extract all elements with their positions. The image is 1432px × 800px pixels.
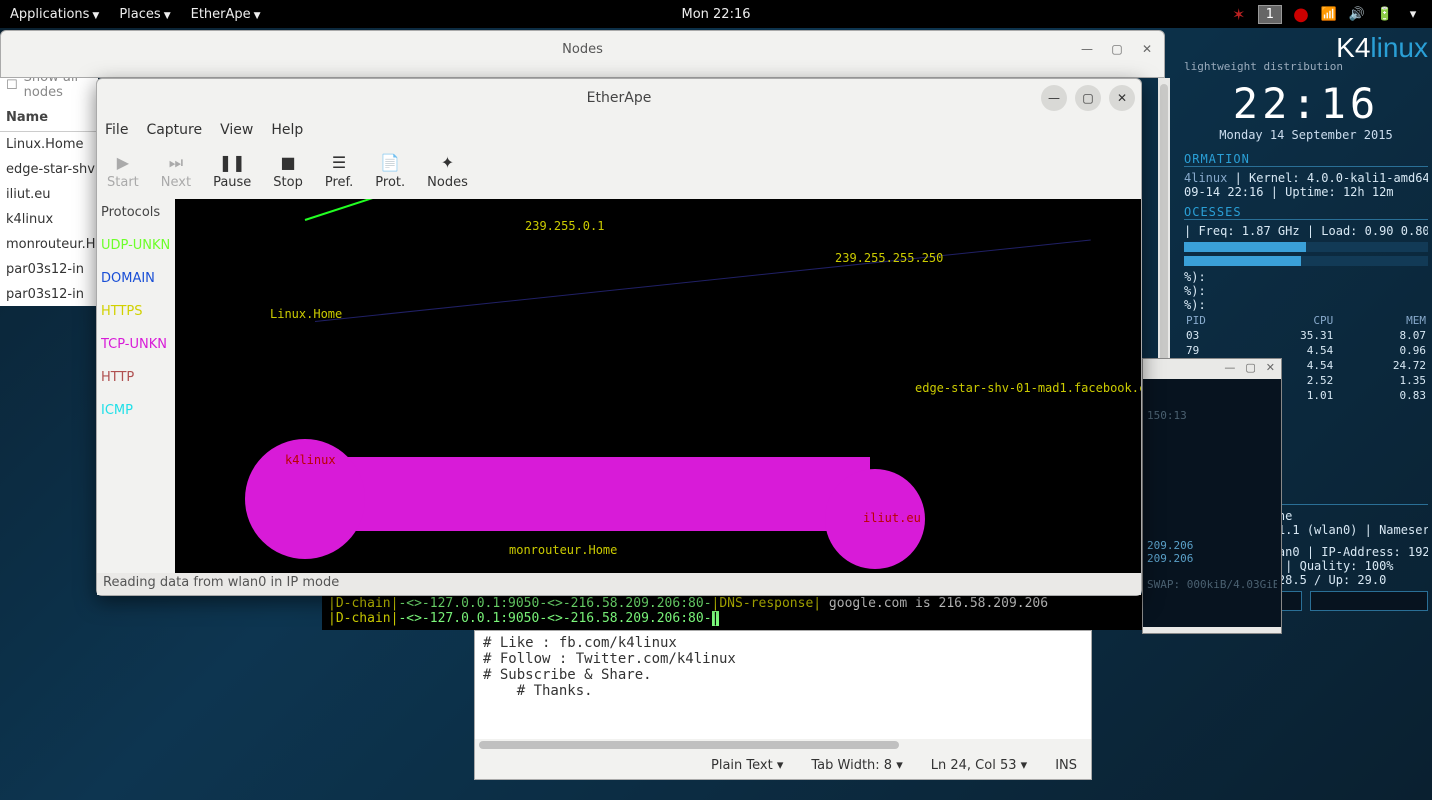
conky-date: Monday 14 September 2015 <box>1184 128 1428 142</box>
traffic-link <box>245 439 925 549</box>
list-item[interactable]: par03s12-in <box>0 257 98 282</box>
next-icon: ⏭ <box>169 153 183 173</box>
node-label: k4linux <box>285 453 336 467</box>
node-label: edge-star-shv-01-mad1.facebook.c <box>915 381 1141 395</box>
menu-capture[interactable]: Capture <box>146 122 202 138</box>
nodes-name-header[interactable]: Name <box>0 104 98 132</box>
clock[interactable]: Mon 22:16 <box>681 7 750 22</box>
list-item[interactable]: par03s12-in <box>0 282 98 307</box>
table-row: 0335.318.07 <box>1186 329 1426 342</box>
maximize-button[interactable]: ▢ <box>1075 85 1101 111</box>
nodes-button[interactable]: ✦Nodes <box>427 153 468 190</box>
nodes-list: ☐Show all nodes Name Linux.Home edge-sta… <box>0 66 98 306</box>
text-editor: # Like : fb.com/k4linux # Follow : Twitt… <box>474 630 1092 780</box>
minimize-button[interactable]: — <box>1041 85 1067 111</box>
protocol-item[interactable]: ICMP <box>101 403 171 418</box>
nodes-icon: ✦ <box>441 153 454 173</box>
maximize-button[interactable]: ▢ <box>1245 361 1255 377</box>
list-item[interactable]: k4linux <box>0 207 98 232</box>
kernel-line: 4linux | Kernel: 4.0.0-kali1-amd64 <box>1184 171 1428 185</box>
close-button[interactable]: ✕ <box>1109 85 1135 111</box>
close-button[interactable]: ✕ <box>1136 38 1158 60</box>
section-information: ORMATION <box>1184 152 1428 167</box>
etherape-title: EtherApe <box>587 90 652 106</box>
cpu-bar <box>1184 242 1428 252</box>
maximize-button[interactable]: ▢ <box>1106 38 1128 60</box>
cpu-line: | Freq: 1.87 GHz | Load: 0.90 0.80 0.71 <box>1184 224 1428 238</box>
battery-icon[interactable]: 🔋 <box>1376 7 1394 22</box>
node-label: 239.255.0.1 <box>525 219 604 233</box>
power-menu-icon[interactable]: ▾ <box>1404 7 1422 22</box>
list-item[interactable]: iliut.eu <box>0 182 98 207</box>
list-item[interactable]: Linux.Home <box>0 132 98 157</box>
horizontal-scrollbar[interactable] <box>475 739 1091 751</box>
section-processes: OCESSES <box>1184 205 1428 220</box>
stop-button[interactable]: ■Stop <box>273 153 303 190</box>
table-row: 794.540.96 <box>1186 344 1426 357</box>
close-button[interactable]: ✕ <box>1266 361 1275 377</box>
start-button[interactable]: ▶Start <box>107 153 139 190</box>
protocol-item[interactable]: HTTPS <box>101 304 171 319</box>
node-label: monrouteur.Home <box>509 543 617 557</box>
menu-places[interactable]: Places▼ <box>109 7 180 22</box>
cpu-bar <box>1184 256 1428 266</box>
pause-button[interactable]: ❚❚Pause <box>213 153 251 190</box>
terminal-output: |D-chain|-<>-127.0.0.1:9050-<>-216.58.20… <box>322 594 1152 630</box>
menubar: File Capture View Help <box>97 117 1141 143</box>
link-line <box>305 199 572 221</box>
nodes-title: Nodes <box>562 42 603 57</box>
play-icon: ▶ <box>117 153 129 173</box>
protocol-item[interactable]: UDP-UNKN <box>101 238 171 253</box>
pause-icon: ❚❚ <box>219 153 246 173</box>
statusbar: Reading data from wlan0 in IP mode <box>97 573 1141 595</box>
menu-view[interactable]: View <box>220 122 253 138</box>
menu-applications[interactable]: Applications▼ <box>0 7 109 22</box>
record-icon[interactable]: ● <box>1292 4 1310 25</box>
node-label: iliut.eu <box>863 511 921 525</box>
workspace-indicator[interactable]: 1 <box>1258 5 1282 24</box>
protocols-panel: Protocols UDP-UNKN DOMAIN HTTPS TCP-UNKN… <box>97 199 175 573</box>
mini-terminal-body[interactable]: 150:13 209.206 209.206 SWAP: 000kiB/4.03… <box>1143 379 1281 627</box>
nodes-window: Nodes — ▢ ✕ <box>0 30 1165 78</box>
node-label: Linux.Home <box>270 307 342 321</box>
minimize-button[interactable]: — <box>1076 38 1098 60</box>
editor-mode[interactable]: Plain Text ▾ <box>711 758 783 773</box>
editor-insert-mode[interactable]: INS <box>1055 758 1077 773</box>
uptime-line: 09-14 22:16 | Uptime: 12h 12m <box>1184 185 1428 199</box>
pref-button[interactable]: ☰Pref. <box>325 153 353 190</box>
etherape-window: EtherApe — ▢ ✕ File Capture View Help ▶S… <box>96 78 1142 596</box>
pref-icon: ☰ <box>332 153 346 173</box>
conky-time: 22:16 <box>1184 79 1428 128</box>
toolbar: ▶Start ⏭Next ❚❚Pause ■Stop ☰Pref. 📄Prot.… <box>97 143 1141 199</box>
protocol-item[interactable]: DOMAIN <box>101 271 171 286</box>
editor-tabwidth[interactable]: Tab Width: 8 ▾ <box>811 758 902 773</box>
minimize-button[interactable]: — <box>1224 361 1235 377</box>
desktop-top-bar: Applications▼ Places▼ EtherApe▼ Mon 22:1… <box>0 0 1432 28</box>
protocol-item[interactable]: TCP-UNKN <box>101 337 171 352</box>
protocols-title: Protocols <box>101 205 171 220</box>
prot-button[interactable]: 📄Prot. <box>375 153 405 190</box>
menu-file[interactable]: File <box>105 122 128 138</box>
protocol-item[interactable]: HTTP <box>101 370 171 385</box>
menu-etherape[interactable]: EtherApe▼ <box>181 7 271 22</box>
node-label: 239.255.255.250 <box>835 251 943 265</box>
wifi-icon[interactable]: 📶 <box>1320 7 1338 22</box>
volume-icon[interactable]: 🔊 <box>1348 7 1366 22</box>
link-line <box>315 239 1091 322</box>
list-item[interactable]: edge-star-shv <box>0 157 98 182</box>
editor-content[interactable]: # Like : fb.com/k4linux # Follow : Twitt… <box>475 631 1091 739</box>
menu-help[interactable]: Help <box>271 122 303 138</box>
list-item[interactable]: monrouteur.H <box>0 232 98 257</box>
kali-icon: ✶ <box>1230 5 1248 24</box>
network-graph[interactable]: 239.255.0.1 239.255.255.250 Linux.Home e… <box>175 199 1141 573</box>
mini-terminal: — ▢ ✕ 150:13 209.206 209.206 SWAP: 000ki… <box>1142 358 1282 634</box>
stop-icon: ■ <box>281 153 296 173</box>
next-button[interactable]: ⏭Next <box>161 153 191 190</box>
net-graph-up <box>1310 591 1428 611</box>
prot-icon: 📄 <box>380 153 400 173</box>
editor-position[interactable]: Ln 24, Col 53 ▾ <box>931 758 1027 773</box>
